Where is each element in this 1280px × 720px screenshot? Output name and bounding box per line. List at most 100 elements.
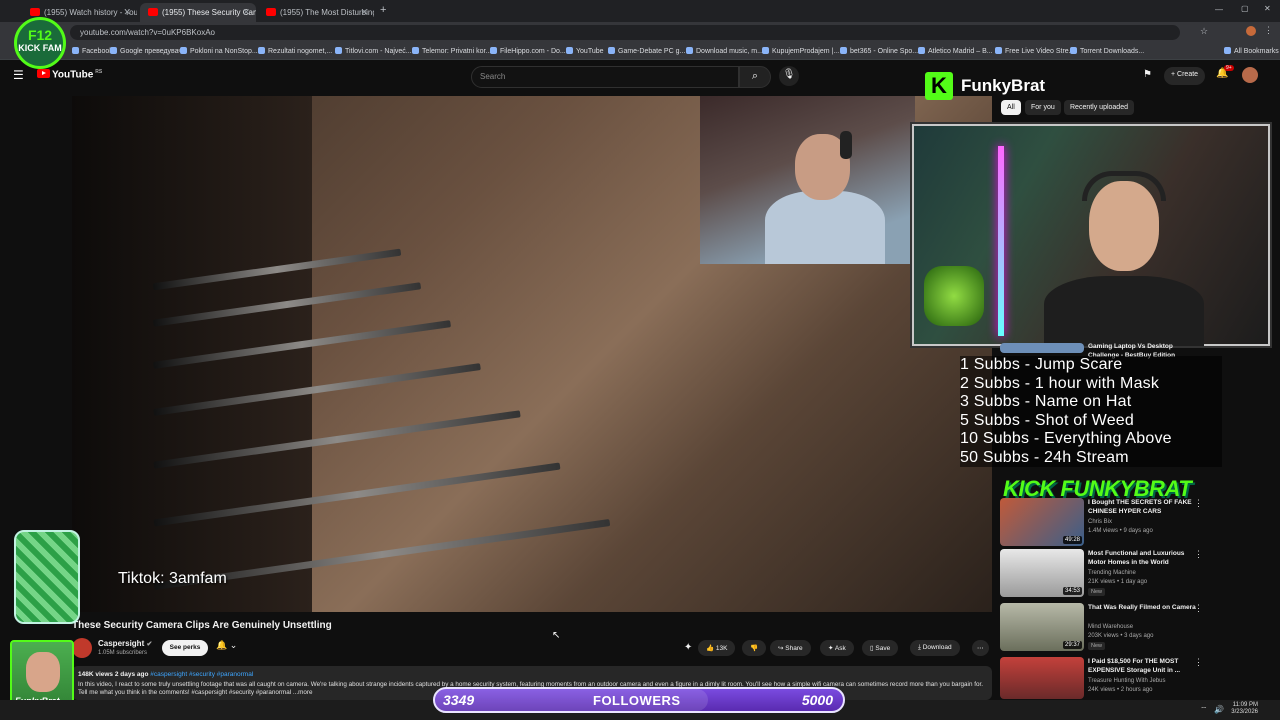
chip-for-you[interactable]: For you [1025,100,1061,115]
bookmark-item[interactable]: YouTube [566,47,604,55]
bookmark-item[interactable]: Game-Debate PC g... [608,47,685,55]
recommendation-meta: 1.4M views • 9 days ago [1088,528,1153,534]
maximize-icon[interactable]: ▢ [1241,4,1249,13]
mouse-cursor-icon: ↖ [552,630,561,641]
neon-leaf-sign [924,266,984,326]
close-tab-icon[interactable]: ✕ [123,7,131,18]
browser-tab-most-disturbing[interactable]: (1955) The Most Disturbing Vid ✕ [258,3,374,22]
new-badge: New [1088,642,1106,650]
close-tab-icon[interactable]: ✕ [242,7,250,18]
sparkle-icon[interactable]: ✦ [684,642,692,653]
youtube-favicon-icon [148,8,158,16]
bookmark-item[interactable]: Torrent Downloads... [1070,47,1144,55]
bookmark-item[interactable]: Download music, m... [686,47,763,55]
bookmark-item[interactable]: KupujemProdajem |... [762,47,839,55]
see-perks-button[interactable]: See perks [162,640,208,656]
profile-avatar[interactable] [1246,26,1256,36]
badge-line-2: KICK FAM [18,43,62,53]
bookmark-item[interactable]: bet365 - Online Spo... [840,47,918,55]
bookmark-item[interactable]: Telemor: Privatni kor... [412,47,491,55]
create-label: Create [1177,71,1199,78]
close-window-icon[interactable]: ✕ [1264,4,1271,13]
recommendation-channel: Chris Bix [1088,519,1113,525]
shirt [765,191,885,264]
youtube-logo[interactable]: YouTube RS [37,69,102,80]
subscriber-count: 1.05M subscribers [98,650,148,656]
all-bookmarks[interactable]: All Bookmarks [1224,47,1279,55]
notification-count-badge: 9+ [1224,65,1234,71]
dislike-button[interactable]: 👎 [742,640,767,656]
bookmark-item[interactable]: Google преведувач [110,47,182,55]
channel-name[interactable]: Caspersight ✔ [98,639,152,648]
save-button[interactable]: ▯ Save [862,640,899,656]
hamburger-menu-icon[interactable]: ☰ [13,68,24,82]
neon-light [998,146,1004,336]
subscription-bell-icon[interactable]: 🔔 ⌄ [216,640,237,651]
recommendation-item[interactable]: 49:28 I Bought THE SECRETS OF FAKE CHINE… [1000,498,1280,548]
bookmark-item[interactable]: Rezultati nogomet,... [258,47,332,55]
search-input[interactable]: Search [471,66,739,88]
more-actions-button[interactable]: ⋯ [972,640,989,656]
close-tab-icon[interactable]: ✕ [360,7,368,18]
bookmark-item[interactable]: Pokloni na NonStop... [180,47,258,55]
video-thumbnail: 29:37 [1000,603,1084,651]
more-actions-icon[interactable]: ⋮ [1194,498,1203,509]
streamer-webcam-right [912,124,1270,346]
thumbs-up-icon: 👍 [706,645,716,652]
hashtags[interactable]: #caspersight #security #paranormal [150,671,253,678]
sub-goal-line: 50 Subbs - 24h Stream [960,448,1129,466]
search-button[interactable]: ⌕ [739,66,771,88]
recommendation-title: That Was Really Filmed on Camera [1088,604,1196,611]
recommendation-meta: 21K views • 1 day ago [1088,579,1148,585]
minimize-icon[interactable]: — [1215,5,1223,14]
sub-goal-line: 3 Subbs - Name on Hat [960,393,1132,410]
youtube-play-icon [37,69,50,79]
bookmark-item[interactable]: Free Live Video Stre... [995,47,1075,55]
url-field[interactable]: youtube.com/watch?v=0uKP6BKoxAo [70,25,1180,40]
account-avatar[interactable] [1242,67,1258,83]
system-clock[interactable]: 11:09 PM 3/23/2026 [1231,702,1258,716]
more-actions-icon[interactable]: ⋮ [1194,603,1203,614]
recommendation-meta: 24K views • 2 hours ago [1088,687,1153,693]
recommendation-item[interactable]: I Paid $18,500 For THE MOST EXPENSIVE St… [1000,657,1280,699]
video-title: These Security Camera Clips Are Genuinel… [72,620,332,631]
thumbs-down-icon: 👎 [750,645,759,652]
dark-wall [72,96,312,612]
channel-avatar[interactable] [72,638,92,658]
video-meta: 148K views 2 days ago #caspersight #secu… [78,671,253,678]
recommendation-item[interactable]: 29:37 That Was Really Filmed on Camera M… [1000,603,1280,653]
sub-goal-line: 5 Subbs - Shot of Weed [960,411,1134,429]
download-button[interactable]: ⤓ Download [910,640,960,656]
bookmarks-bar: Facebook Google преведувач Pokloni na No… [0,43,1280,60]
new-badge: New [1088,588,1106,596]
bookmark-star-icon[interactable]: ☆ [1200,26,1208,37]
browser-tab-bar: (1955) Watch history - YouTube ✕ (1955) … [0,0,1280,22]
bookmark-item[interactable]: Atletico Madrid – B... [918,47,993,55]
cast-icon[interactable]: ⚑ [1143,69,1152,80]
ask-button[interactable]: ✦ Ask [820,640,854,656]
chip-all[interactable]: All [1001,100,1021,115]
wifi-icon[interactable]: ⌔ [1200,705,1208,715]
like-button[interactable]: 👍 13K [698,640,736,656]
share-label: Share [785,645,803,652]
duration-badge: 29:37 [1062,641,1082,649]
kick-funkybrat-banner: KICK FUNKYBRAT [1003,476,1192,501]
voice-search-button[interactable]: 🎙 [779,66,799,86]
share-button[interactable]: ↪ Share [770,640,811,656]
browser-tab-security-cam[interactable]: (1955) These Security Cam ✕ [140,3,256,22]
bookmark-item[interactable]: Titlovi.com - Najveć... [335,47,412,55]
new-tab-icon[interactable]: + [380,4,386,16]
views-and-date: 148K views 2 days ago [78,671,149,678]
chip-recently-uploaded[interactable]: Recently uploaded [1064,100,1134,115]
volume-icon[interactable]: 🔊 [1214,705,1224,714]
bookmark-item[interactable]: Facebook [72,47,113,55]
more-actions-icon[interactable]: ⋮ [1194,657,1203,668]
more-actions-icon[interactable]: ⋮ [1194,549,1203,560]
kick-logo-icon: K [925,72,953,100]
menu-kebab-icon[interactable]: ⋮ [1264,25,1273,36]
recommendation-item[interactable]: 34:53 Most Functional and Luxurious Moto… [1000,549,1280,599]
search-icon: ⌕ [751,70,759,82]
create-button[interactable]: + Create [1164,67,1206,85]
shirt [1044,276,1204,346]
bookmark-item[interactable]: FileHippo.com - Do... [490,47,566,55]
